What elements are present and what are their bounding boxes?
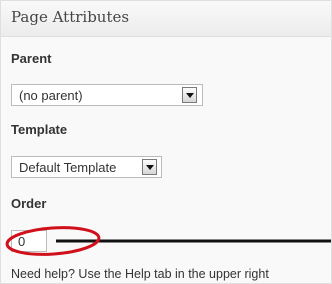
order-input-value: 0 bbox=[18, 234, 26, 249]
panel-title: Page Attributes bbox=[11, 8, 130, 26]
template-dropdown-arrow-icon[interactable] bbox=[142, 159, 157, 175]
help-text: Need help? Use the Help tab in the upper… bbox=[11, 267, 269, 281]
order-label: Order bbox=[11, 196, 47, 211]
panel-header[interactable]: Page Attributes bbox=[1, 1, 331, 37]
parent-select[interactable]: (no parent) bbox=[11, 84, 203, 106]
template-select-value: Default Template bbox=[19, 160, 117, 175]
template-label: Template bbox=[11, 122, 68, 137]
parent-dropdown-arrow-icon[interactable] bbox=[182, 87, 197, 103]
parent-select-value: (no parent) bbox=[19, 88, 83, 103]
parent-label: Parent bbox=[11, 51, 52, 66]
order-input[interactable]: 0 bbox=[11, 230, 47, 252]
template-select[interactable]: Default Template bbox=[11, 156, 162, 178]
annotation-overlay bbox=[5, 226, 331, 256]
page-attributes-panel: Page Attributes Parent (no parent) Templ… bbox=[0, 0, 332, 284]
